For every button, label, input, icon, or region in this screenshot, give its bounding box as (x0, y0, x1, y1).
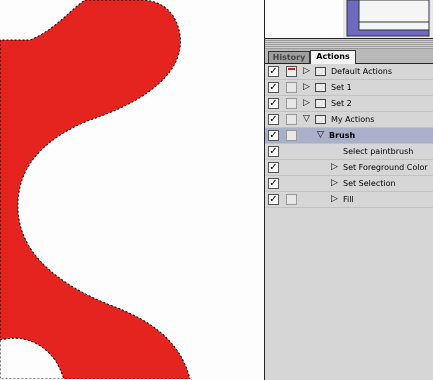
command-label: Fill (343, 195, 354, 204)
window-fragment (343, 0, 433, 40)
action-set-row[interactable]: ✓ ▷ Set 2 (265, 96, 433, 112)
command-row[interactable]: ✓ ▷ Set Selection (265, 176, 433, 192)
toggle-checkbox[interactable]: ✓ (268, 66, 279, 77)
toggle-checkbox[interactable]: ✓ (268, 194, 279, 205)
command-label: Set Selection (343, 179, 396, 188)
action-row[interactable]: ✓ ▽ Brush (265, 128, 433, 144)
action-set-row[interactable]: ✓ ▷ Set 1 (265, 80, 433, 96)
folder-icon (315, 67, 326, 76)
action-set-label: My Actions (331, 115, 375, 124)
actions-palette: History Actions ✓ ▷ Default Actions ✓ ▷ … (264, 38, 433, 380)
toggle-checkbox[interactable]: ✓ (268, 82, 279, 93)
dialog-toggle-icon[interactable] (286, 194, 297, 205)
expand-triangle-icon[interactable]: ▷ (303, 83, 310, 92)
expand-triangle-icon[interactable]: ▷ (331, 163, 338, 172)
command-row[interactable]: ✓ ▷ Set Foreground Color (265, 160, 433, 176)
command-row[interactable]: ✓ ▷ Fill (265, 192, 433, 208)
toggle-checkbox[interactable]: ✓ (268, 178, 279, 189)
dialog-toggle-icon[interactable] (286, 82, 297, 93)
palette-title-bar[interactable] (265, 39, 433, 49)
folder-icon (315, 83, 326, 92)
toggle-checkbox[interactable]: ✓ (268, 98, 279, 109)
dialog-toggle-icon[interactable] (286, 66, 297, 77)
tab-history[interactable]: History (268, 51, 310, 63)
toggle-checkbox[interactable]: ✓ (268, 146, 279, 157)
action-set-label: Set 2 (331, 99, 352, 108)
action-set-label: Set 1 (331, 83, 352, 92)
dialog-toggle-icon[interactable] (286, 114, 297, 125)
command-label: Set Foreground Color (343, 163, 428, 172)
action-set-row[interactable]: ✓ ▽ My Actions (265, 112, 433, 128)
folder-icon (315, 99, 326, 108)
command-row[interactable]: ✓ Select paintbrush (265, 144, 433, 160)
action-set-row[interactable]: ✓ ▷ Default Actions (265, 64, 433, 80)
action-set-label: Default Actions (331, 67, 392, 76)
toggle-checkbox[interactable]: ✓ (268, 162, 279, 173)
command-label: Select paintbrush (343, 147, 414, 156)
collapse-triangle-icon[interactable]: ▽ (317, 131, 324, 140)
expand-triangle-icon[interactable]: ▷ (303, 67, 310, 76)
dialog-toggle-icon[interactable] (286, 98, 297, 109)
dialog-toggle-icon[interactable] (286, 130, 297, 141)
toggle-checkbox[interactable]: ✓ (268, 114, 279, 125)
toggle-checkbox[interactable]: ✓ (268, 130, 279, 141)
action-label: Brush (329, 131, 356, 140)
expand-triangle-icon[interactable]: ▷ (331, 179, 338, 188)
expand-triangle-icon[interactable]: ▷ (303, 99, 310, 108)
folder-icon (315, 115, 326, 124)
expand-triangle-icon[interactable]: ▷ (331, 195, 338, 204)
collapse-triangle-icon[interactable]: ▽ (303, 115, 310, 124)
tab-actions[interactable]: Actions (310, 50, 356, 64)
palette-tab-row: History Actions (265, 49, 433, 64)
